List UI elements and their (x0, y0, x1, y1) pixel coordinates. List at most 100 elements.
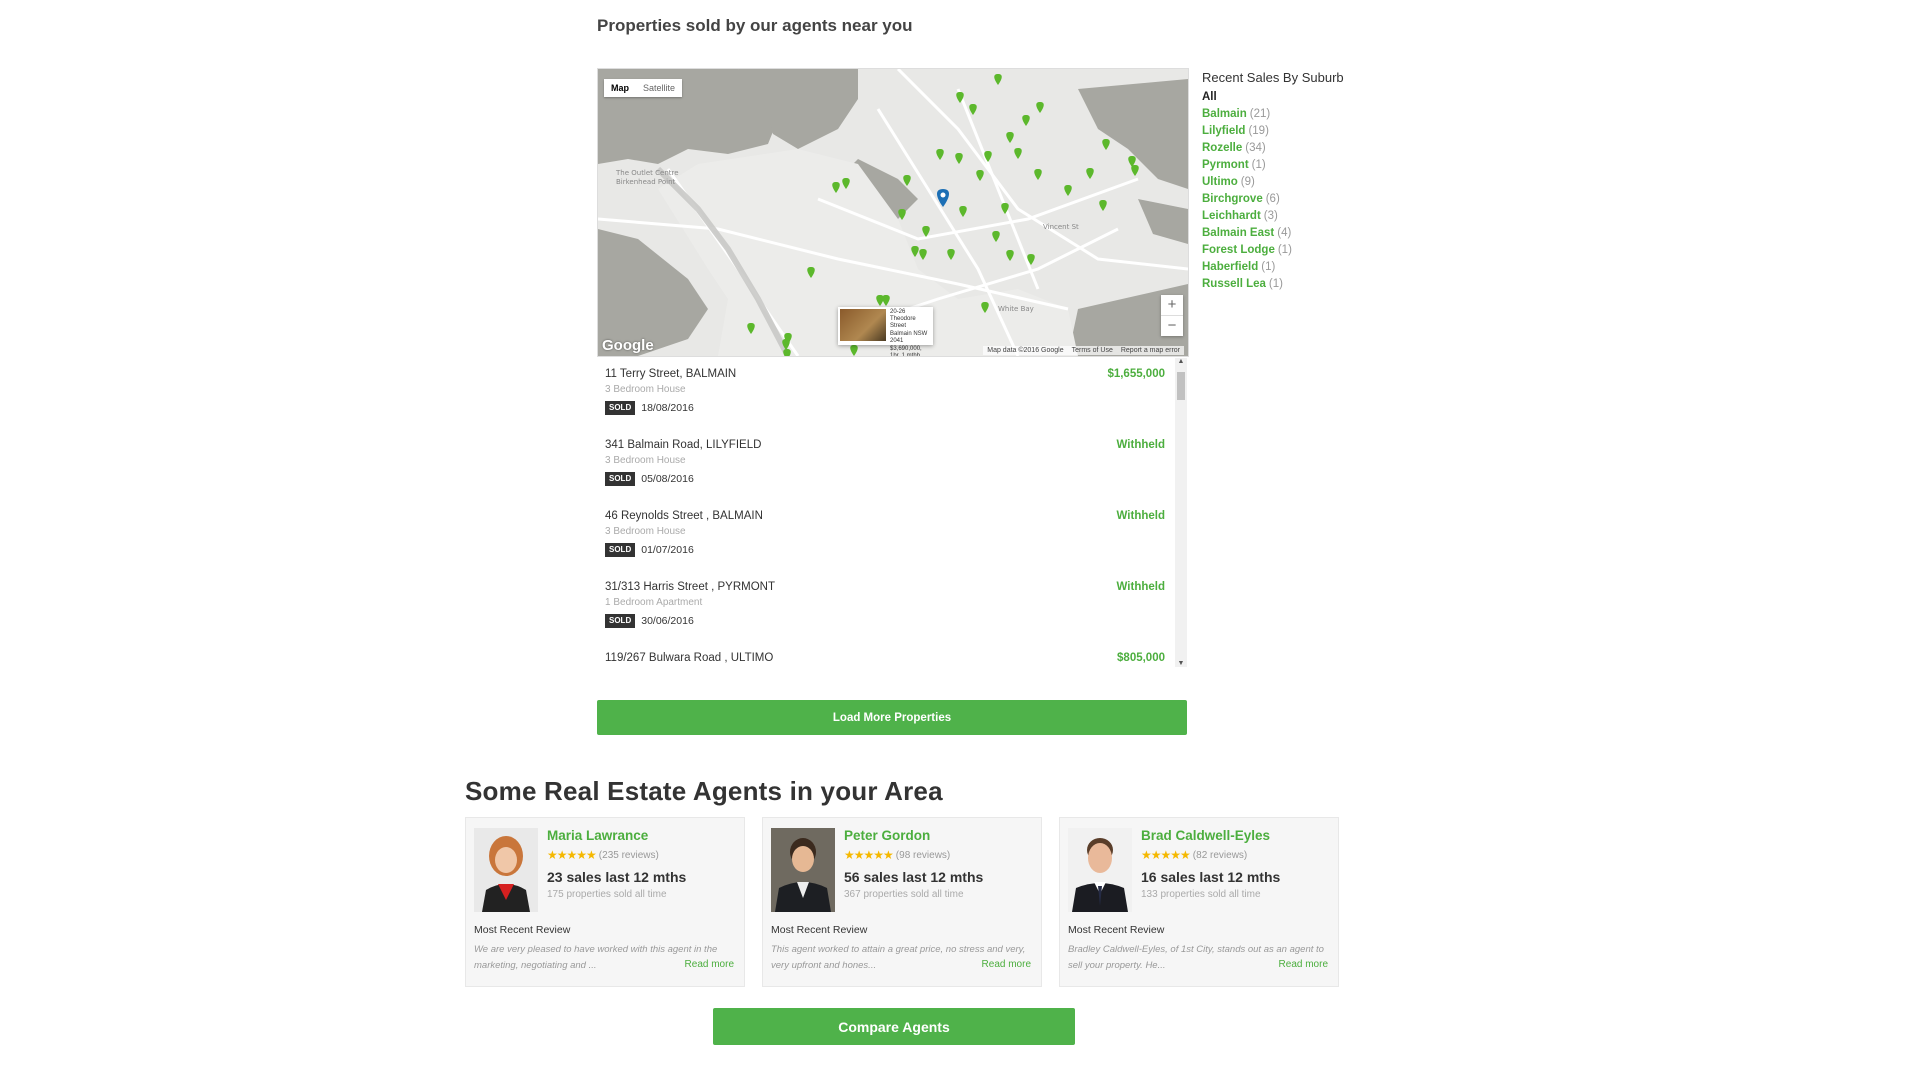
sold-badge: SOLD (605, 543, 636, 557)
suburb-filter-item[interactable]: Pyrmont (1) (1202, 159, 1402, 171)
zoom-in-button[interactable]: + (1161, 295, 1183, 315)
agent-rating: ★★★★★ (98 reviews) (844, 848, 950, 862)
agent-total-sold: 367 properties sold all time (844, 889, 964, 900)
property-price: Withheld (1116, 581, 1165, 593)
map-type-map-button[interactable]: Map (604, 79, 636, 97)
read-more-link[interactable]: Read more (685, 959, 734, 970)
scrollbar-thumb[interactable] (1177, 372, 1185, 400)
sold-date: 01/07/2016 (641, 544, 694, 556)
compare-agents-button[interactable]: Compare Agents (713, 1008, 1075, 1045)
most-recent-review-label: Most Recent Review (474, 924, 571, 936)
map-info-popup[interactable]: 20-26 Theodore Street Balmain NSW 2041 $… (838, 307, 933, 356)
agent-card[interactable]: Peter Gordon ★★★★★ (98 reviews) 56 sales… (762, 817, 1042, 987)
suburb-count: (19) (1248, 125, 1269, 137)
agent-sales: 23 sales last 12 mths (547, 869, 687, 885)
map-type-toggle[interactable]: Map Satellite (604, 79, 683, 97)
property-address[interactable]: 11 Terry Street, BALMAIN (605, 368, 1165, 380)
list-item[interactable]: 46 Reynolds Street , BALMAIN 3 Bedroom H… (605, 510, 1165, 557)
property-thumbnail (840, 309, 886, 341)
map-type-satellite-button[interactable]: Satellite (636, 79, 682, 97)
agent-photo[interactable] (474, 828, 538, 912)
suburb-name[interactable]: Leichhardt (1202, 210, 1261, 222)
suburb-name[interactable]: Pyrmont (1202, 159, 1249, 171)
agent-card[interactable]: Brad Caldwell-Eyles ★★★★★ (82 reviews) 1… (1059, 817, 1339, 987)
suburb-name[interactable]: Lilyfield (1202, 125, 1245, 137)
property-address[interactable]: 31/313 Harris Street , PYRMONT (605, 581, 1165, 593)
popup-suburb: Balmain NSW 2041 (890, 331, 928, 344)
suburb-name[interactable]: Forest Lodge (1202, 244, 1275, 256)
svg-text:The Outlet Centre: The Outlet Centre (615, 169, 679, 177)
suburb-count: (9) (1240, 176, 1255, 188)
list-item[interactable]: 119/267 Bulwara Road , ULTIMO $805,000 (605, 652, 1165, 664)
suburb-count: (1) (1268, 278, 1283, 290)
suburb-name[interactable]: Balmain (1202, 108, 1247, 120)
sold-badge: SOLD (605, 401, 636, 415)
map-terms-link[interactable]: Terms of Use (1072, 347, 1113, 354)
suburb-filter-item[interactable]: Russell Lea (1) (1202, 278, 1402, 290)
scroll-up-icon[interactable]: ▲ (1175, 358, 1187, 365)
agent-card[interactable]: Maria Lawrance ★★★★★ (235 reviews) 23 sa… (465, 817, 745, 987)
suburb-name[interactable]: Ultimo (1202, 176, 1238, 188)
suburb-filter-item[interactable]: Leichhardt (3) (1202, 210, 1402, 222)
agent-rating: ★★★★★ (82 reviews) (1141, 848, 1247, 862)
suburb-filter-item[interactable]: Lilyfield (19) (1202, 125, 1402, 137)
suburb-filter-item[interactable]: Balmain (21) (1202, 108, 1402, 120)
suburb-name[interactable]: Balmain East (1202, 227, 1274, 239)
suburb-count: (1) (1261, 261, 1276, 273)
zoom-controls[interactable]: + − (1161, 295, 1183, 336)
most-recent-review-label: Most Recent Review (1068, 924, 1165, 936)
suburb-name[interactable]: Russell Lea (1202, 278, 1266, 290)
suburb-filter-item[interactable]: Birchgrove (6) (1202, 193, 1402, 205)
scroll-down-icon[interactable]: ▼ (1175, 660, 1187, 667)
zoom-out-button[interactable]: − (1161, 315, 1183, 336)
sold-date: 30/06/2016 (641, 615, 694, 627)
sold-badge: SOLD (605, 472, 636, 486)
load-more-button[interactable]: Load More Properties (597, 700, 1187, 735)
map[interactable]: The Outlet Centre Birkenhead Point Vince… (597, 68, 1189, 357)
property-type: 1 Bedroom Apartment (605, 597, 703, 608)
agent-rating: ★★★★★ (235 reviews) (547, 848, 659, 862)
suburb-name[interactable]: Birchgrove (1202, 193, 1263, 205)
agent-total-sold: 133 properties sold all time (1141, 889, 1261, 900)
list-item[interactable]: 11 Terry Street, BALMAIN 3 Bedroom House… (605, 368, 1165, 415)
agent-name[interactable]: Maria Lawrance (547, 828, 648, 843)
list-scrollbar[interactable]: ▲ ▼ (1175, 358, 1187, 667)
agent-name[interactable]: Peter Gordon (844, 828, 930, 843)
property-address[interactable]: 119/267 Bulwara Road , ULTIMO (605, 652, 1165, 664)
suburb-name[interactable]: Haberfield (1202, 261, 1258, 273)
map-data-credit: Map data ©2016 Google (987, 347, 1064, 354)
suburb-filter-all[interactable]: All (1202, 91, 1402, 103)
agent-sales: 16 sales last 12 mths (1141, 869, 1281, 885)
property-address[interactable]: 46 Reynolds Street , BALMAIN (605, 510, 1165, 522)
svg-text:Vincent St: Vincent St (1043, 223, 1079, 231)
map-footer: Map data ©2016 Google Terms of Use Repor… (983, 346, 1184, 355)
property-price: Withheld (1116, 439, 1165, 451)
read-more-link[interactable]: Read more (982, 959, 1031, 970)
property-type: 3 Bedroom House (605, 526, 686, 537)
svg-text:White Bay: White Bay (998, 305, 1034, 313)
suburb-filter-item[interactable]: Haberfield (1) (1202, 261, 1402, 273)
agent-photo[interactable] (771, 828, 835, 912)
suburb-filter-item[interactable]: Balmain East (4) (1202, 227, 1402, 239)
property-price: $805,000 (1117, 652, 1165, 664)
read-more-link[interactable]: Read more (1279, 959, 1328, 970)
property-list[interactable]: 11 Terry Street, BALMAIN 3 Bedroom House… (597, 358, 1187, 667)
agent-name[interactable]: Brad Caldwell-Eyles (1141, 828, 1270, 843)
property-address[interactable]: 341 Balmain Road, LILYFIELD (605, 439, 1165, 451)
agent-total-sold: 175 properties sold all time (547, 889, 667, 900)
list-item[interactable]: 31/313 Harris Street , PYRMONT 1 Bedroom… (605, 581, 1165, 628)
suburb-count: (1) (1251, 159, 1266, 171)
suburb-filter-item[interactable]: Rozelle (34) (1202, 142, 1402, 154)
suburb-filter-item[interactable]: Forest Lodge (1) (1202, 244, 1402, 256)
property-type: 3 Bedroom House (605, 455, 686, 466)
suburb-count: (1) (1277, 244, 1292, 256)
agent-photo[interactable] (1068, 828, 1132, 912)
suburb-filter-item[interactable]: Ultimo (9) (1202, 176, 1402, 188)
map-report-link[interactable]: Report a map error (1121, 347, 1180, 354)
suburb-name[interactable]: Rozelle (1202, 142, 1242, 154)
review-count: (82 reviews) (1192, 849, 1248, 861)
review-count: (235 reviews) (598, 849, 659, 861)
list-item[interactable]: 341 Balmain Road, LILYFIELD 3 Bedroom Ho… (605, 439, 1165, 486)
suburb-count: (4) (1277, 227, 1292, 239)
svg-text:Birkenhead Point: Birkenhead Point (616, 178, 676, 186)
